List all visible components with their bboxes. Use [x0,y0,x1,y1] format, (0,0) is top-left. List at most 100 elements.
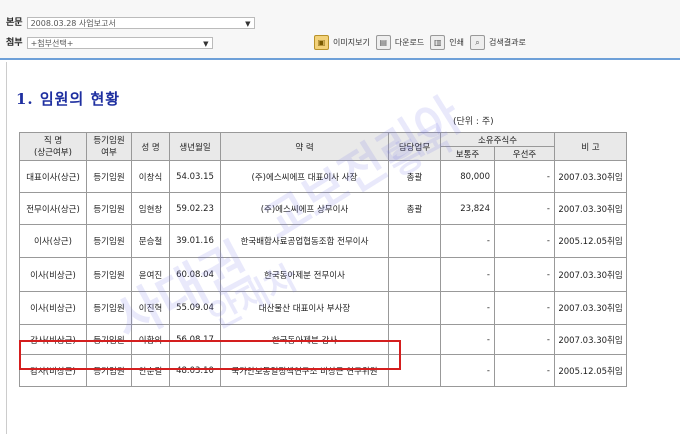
header-career: 약 력 [220,132,389,161]
cell-note: 2007.03.30취임 [554,324,627,355]
cell-name: 윤여진 [131,257,170,292]
table-row: 감사(비상근) 등기임원 안순길 48.03.10 국가안보통일정책연구소 비상… [19,354,627,387]
header-common: 보통주 [440,146,495,161]
chevron-down-icon: ▼ [245,20,251,28]
cell-career: (주)에스씨에프 상무이사 [220,192,389,225]
cell-career: 대산물산 대표이사 부사장 [220,291,389,325]
header-name: 성 명 [131,132,170,161]
cell-common: 23,824 [440,192,495,225]
cell-note: 2007.03.30취임 [554,291,627,325]
cell-common: 80,000 [440,160,495,193]
tool-buttons: ▣ 이미지보기 ▤ 다운로드 ▥ 인쇄 ⌕ 검색결과로 [314,35,532,50]
cell-career: 한국동아제분 감사 [220,324,389,355]
cell-name: 이진혁 [131,291,170,325]
cell-duty [388,291,441,325]
download-button[interactable]: ▤ 다운로드 [375,35,425,50]
cell-common: - [440,324,495,355]
cell-position: 이사(상근) [19,224,87,258]
cell-birth: 56.08.17 [169,324,221,355]
page-title: 1. 임원의 현황 [16,90,121,108]
document-label: 본문 [6,18,23,28]
header-preferred: 우선주 [494,146,555,161]
attachment-label: 첨부 [6,38,23,48]
cell-common: - [440,291,495,325]
image-icon: ▣ [314,35,329,50]
cell-name: 임현창 [131,192,170,225]
cell-career: 한국동아제분 전무이사 [220,257,389,292]
cell-registered: 등기임원 [86,324,132,355]
cell-registered: 등기임원 [86,224,132,258]
cell-duty [388,324,441,355]
cell-note: 2007.03.30취임 [554,160,627,193]
print-label: 인쇄 [449,38,464,47]
cell-note: 2005.12.05취임 [554,224,627,258]
cell-preferred: - [494,291,555,325]
cell-name: 이창식 [131,160,170,193]
executives-table: 직 명 (상근여부) 등기임원 여부 성 명 생년월일 약 력 담당업무 소유주… [19,132,627,387]
cell-registered: 등기임원 [86,257,132,292]
cell-note: 2005.12.05취임 [554,354,627,387]
cell-position: 감사(비상근) [19,324,87,355]
viewer-toolbar: 본문 2008.03.28 사업보고서 ▼ 첨부 +첨부선택+ ▼ ▣ 이미지보… [0,0,680,58]
search-results-label: 검색결과로 [489,38,526,47]
cell-duty [388,224,441,258]
view-image-label: 이미지보기 [333,38,370,47]
cell-note: 2007.03.30취임 [554,257,627,292]
search-icon: ⌕ [470,35,485,50]
cell-birth: 54.03.15 [169,160,221,193]
cell-common: - [440,257,495,292]
cell-preferred: - [494,324,555,355]
header-registered: 등기임원 여부 [86,132,132,161]
cell-career: 국가안보통일정책연구소 비상근 연구위원 [220,354,389,387]
cell-career: 한국배합사료공업협동조합 전무이사 [220,224,389,258]
cell-name: 안순길 [131,354,170,387]
table-row: 이사(비상근) 등기임원 윤여진 60.08.04 한국동아제분 전무이사 - … [19,257,627,292]
cell-common: - [440,354,495,387]
cell-preferred: - [494,160,555,193]
cell-preferred: - [494,192,555,225]
cell-position: 전무이사(상근) [19,192,87,225]
table-row: 감사(비상근) 등기임원 이황의 56.08.17 한국동아제분 감사 - - … [19,324,627,355]
cell-name: 문승철 [131,224,170,258]
cell-duty [388,257,441,292]
document-select-value: 2008.03.28 사업보고서 [30,19,116,28]
cell-birth: 60.08.04 [169,257,221,292]
cell-preferred: - [494,354,555,387]
document-select[interactable]: 2008.03.28 사업보고서 ▼ [26,17,255,29]
view-image-button[interactable]: ▣ 이미지보기 [314,35,370,50]
cell-career: (주)에스씨에프 대표이사 사장 [220,160,389,193]
cell-birth: 48.03.10 [169,354,221,387]
cell-registered: 등기임원 [86,160,132,193]
document-select-row: 본문 2008.03.28 사업보고서 ▼ [6,17,255,29]
download-label: 다운로드 [394,38,425,47]
cell-duty: 총괄 [388,192,441,225]
cell-position: 이사(비상근) [19,291,87,325]
save-icon: ▤ [375,35,391,50]
unit-label: (단위 : 주) [453,117,494,127]
print-button[interactable]: ▥ 인쇄 [430,35,464,50]
header-birth: 생년월일 [169,132,221,161]
cell-common: - [440,224,495,258]
cell-registered: 등기임원 [86,192,132,225]
chevron-down-icon: ▼ [203,40,209,48]
header-duty: 담당업무 [388,132,441,161]
cell-duty: 총괄 [388,160,441,193]
cell-birth: 55.09.04 [169,291,221,325]
print-icon: ▥ [430,35,446,50]
cell-note: 2007.03.30취임 [554,192,627,225]
attachment-select-row: 첨부 +첨부선택+ ▼ [6,37,213,49]
cell-position: 대표이사(상근) [19,160,87,193]
toolbar-divider [0,58,680,60]
cell-birth: 39.01.16 [169,224,221,258]
search-results-button[interactable]: ⌕ 검색결과로 [470,35,526,50]
table-row: 대표이사(상근) 등기임원 이창식 54.03.15 (주)에스씨에프 대표이사… [19,160,627,193]
attachment-select-value: +첨부선택+ [30,39,74,48]
table-row: 이사(상근) 등기임원 문승철 39.01.16 한국배합사료공업협동조합 전무… [19,224,627,258]
table-row: 이사(비상근) 등기임원 이진혁 55.09.04 대산물산 대표이사 부사장 … [19,291,627,325]
cell-duty [388,354,441,387]
cell-name: 이황의 [131,324,170,355]
header-shares: 소유주식수 [440,132,555,147]
header-position: 직 명 (상근여부) [19,132,87,161]
attachment-select[interactable]: +첨부선택+ ▼ [26,37,213,49]
cell-preferred: - [494,257,555,292]
